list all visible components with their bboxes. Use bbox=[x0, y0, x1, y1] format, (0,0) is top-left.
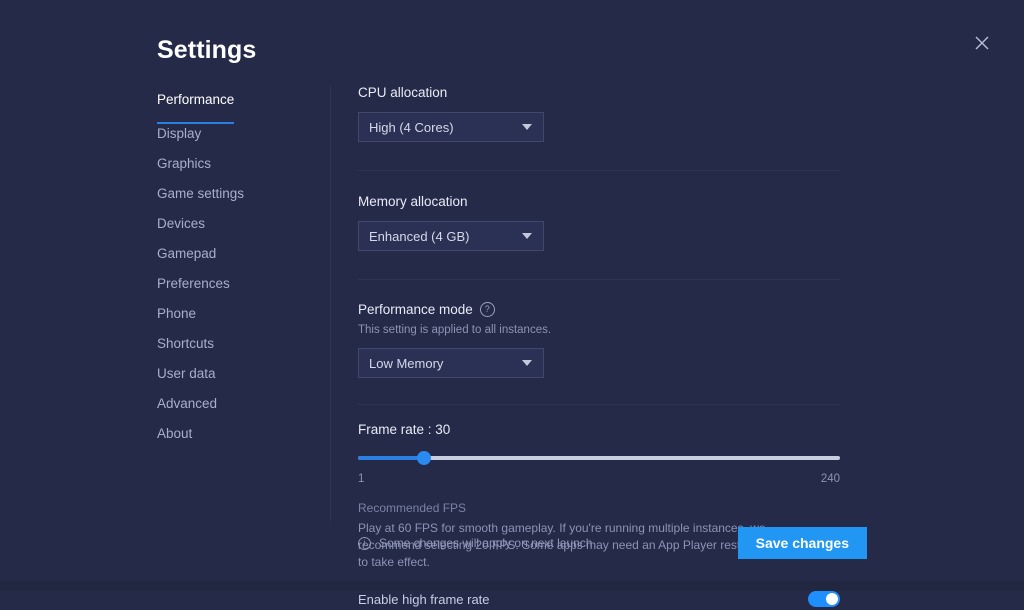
cpu-allocation-section: CPU allocation High (4 Cores) bbox=[358, 85, 840, 142]
sidebar-item-label: Gamepad bbox=[157, 246, 216, 261]
sidebar-item-label: Preferences bbox=[157, 276, 230, 291]
performance-mode-note: This setting is applied to all instances… bbox=[358, 324, 840, 336]
sidebar-item-display[interactable]: Display bbox=[157, 124, 201, 154]
sidebar-item-graphics[interactable]: Graphics bbox=[157, 154, 211, 184]
sidebar-item-about[interactable]: About bbox=[157, 424, 192, 454]
sidebar-item-user-data[interactable]: User data bbox=[157, 364, 216, 394]
memory-allocation-label: Memory allocation bbox=[358, 194, 840, 209]
performance-mode-section: Performance mode ? This setting is appli… bbox=[358, 302, 840, 378]
frame-rate-label: Frame rate : 30 bbox=[358, 422, 840, 437]
close-icon bbox=[975, 36, 989, 50]
cpu-allocation-label: CPU allocation bbox=[358, 85, 840, 100]
section-divider bbox=[358, 170, 840, 171]
cpu-allocation-select[interactable]: High (4 Cores) bbox=[358, 112, 544, 142]
question-mark-icon[interactable]: ? bbox=[480, 302, 495, 317]
high-frame-rate-toggle[interactable] bbox=[808, 591, 840, 607]
slider-thumb[interactable] bbox=[417, 451, 431, 465]
sidebar-item-game-settings[interactable]: Game settings bbox=[157, 184, 244, 214]
bottom-edge bbox=[0, 581, 1024, 591]
chevron-down-icon bbox=[522, 233, 532, 239]
frame-rate-slider[interactable] bbox=[358, 451, 840, 465]
sidebar-item-performance[interactable]: Performance bbox=[157, 90, 234, 124]
sidebar-item-label: About bbox=[157, 426, 192, 441]
sidebar-item-label: Shortcuts bbox=[157, 336, 214, 351]
sidebar-item-label: Devices bbox=[157, 216, 205, 231]
sidebar-item-label: User data bbox=[157, 366, 216, 381]
sidebar-item-label: Display bbox=[157, 126, 201, 141]
sidebar-item-label: Performance bbox=[157, 92, 234, 107]
memory-allocation-section: Memory allocation Enhanced (4 GB) bbox=[358, 194, 840, 251]
recommended-fps-heading: Recommended FPS bbox=[358, 501, 840, 515]
page-title: Settings bbox=[157, 36, 256, 65]
section-divider bbox=[358, 279, 840, 280]
high-frame-rate-label: Enable high frame rate bbox=[358, 592, 490, 607]
memory-allocation-value: Enhanced (4 GB) bbox=[359, 229, 469, 244]
sidebar-item-gamepad[interactable]: Gamepad bbox=[157, 244, 216, 274]
close-button[interactable] bbox=[968, 29, 996, 57]
info-icon: i bbox=[358, 537, 371, 550]
sidebar-item-phone[interactable]: Phone bbox=[157, 304, 196, 334]
sidebar-item-preferences[interactable]: Preferences bbox=[157, 274, 230, 304]
sidebar-divider bbox=[330, 85, 331, 521]
dialog-footer: i Some changes will apply on next launch… bbox=[358, 527, 867, 559]
sidebar-item-label: Game settings bbox=[157, 186, 244, 201]
sidebar-item-label: Advanced bbox=[157, 396, 217, 411]
slider-fill bbox=[358, 456, 424, 460]
sidebar-item-shortcuts[interactable]: Shortcuts bbox=[157, 334, 214, 364]
high-frame-rate-row: Enable high frame rate bbox=[358, 588, 840, 610]
memory-allocation-select[interactable]: Enhanced (4 GB) bbox=[358, 221, 544, 251]
sidebar-item-label: Phone bbox=[157, 306, 196, 321]
performance-mode-select[interactable]: Low Memory bbox=[358, 348, 544, 378]
toggle-knob bbox=[826, 593, 838, 605]
performance-mode-label: Performance mode bbox=[358, 302, 473, 317]
frame-rate-max-label: 240 bbox=[821, 473, 840, 485]
sidebar-item-advanced[interactable]: Advanced bbox=[157, 394, 217, 424]
next-launch-notice: i Some changes will apply on next launch bbox=[358, 536, 592, 550]
settings-sidebar: Performance Display Graphics Game settin… bbox=[157, 90, 317, 454]
save-changes-button[interactable]: Save changes bbox=[738, 527, 867, 559]
sidebar-item-devices[interactable]: Devices bbox=[157, 214, 205, 244]
cpu-allocation-value: High (4 Cores) bbox=[359, 120, 454, 135]
performance-mode-value: Low Memory bbox=[359, 356, 443, 371]
chevron-down-icon bbox=[522, 124, 532, 130]
next-launch-notice-text: Some changes will apply on next launch bbox=[379, 536, 592, 550]
frame-rate-min-label: 1 bbox=[358, 473, 364, 485]
sidebar-item-label: Graphics bbox=[157, 156, 211, 171]
section-divider bbox=[358, 404, 840, 405]
chevron-down-icon bbox=[522, 360, 532, 366]
